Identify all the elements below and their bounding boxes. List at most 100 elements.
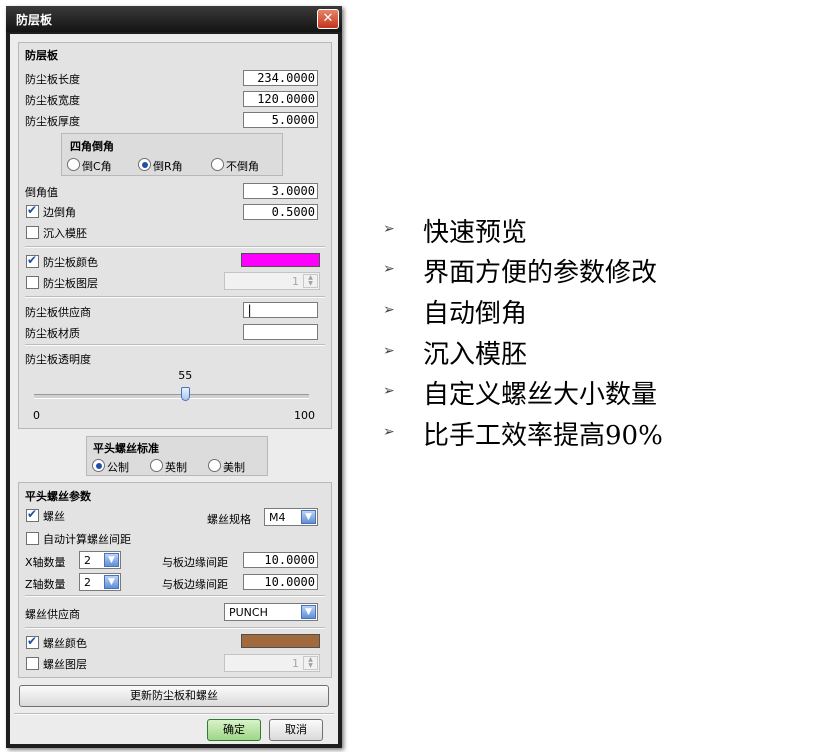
standard-radio-metric[interactable] bbox=[92, 459, 105, 472]
screw-params-title: 平头螺丝参数 bbox=[25, 490, 91, 503]
screw-supplier-label: 螺丝供应商 bbox=[25, 608, 80, 621]
update-plate-and-screws-button[interactable]: 更新防尘板和螺丝 bbox=[19, 685, 329, 707]
width-input[interactable]: 120.0000 bbox=[243, 91, 318, 107]
plate-layer-spinner[interactable]: 1 ▲ ▼ bbox=[224, 272, 320, 290]
screw-spec-label: 螺丝规格 bbox=[207, 513, 251, 526]
x-edge-distance-input[interactable]: 10.0000 bbox=[243, 552, 318, 568]
x-count-value: 2 bbox=[84, 554, 91, 567]
screw-layer-spinner[interactable]: 1 ▲ ▼ bbox=[224, 654, 320, 672]
screw-supplier-select[interactable]: PUNCH ▼ bbox=[224, 603, 318, 621]
standard-option-imperial[interactable]: 英制 bbox=[165, 459, 187, 475]
length-input[interactable]: 234.0000 bbox=[243, 70, 318, 86]
close-button[interactable]: ✕ bbox=[317, 9, 339, 29]
standard-radio-imperial[interactable] bbox=[150, 459, 163, 472]
cancel-button[interactable]: 取消 bbox=[269, 719, 323, 741]
corner-option-c[interactable]: 倒C角 bbox=[82, 158, 112, 174]
arrow-bullet-icon: ➢ bbox=[383, 221, 395, 237]
window-title: 防层板 bbox=[16, 13, 53, 27]
x-edge-distance-label: 与板边缘间距 bbox=[162, 556, 228, 569]
arrow-bullet-icon: ➢ bbox=[383, 424, 395, 440]
edge-chamfer-input[interactable]: 0.5000 bbox=[243, 204, 318, 220]
feature-text: 界面方便的参数修改 bbox=[423, 258, 658, 288]
corner-option-r[interactable]: 倒R角 bbox=[153, 158, 183, 174]
plate-color-checkbox[interactable] bbox=[26, 253, 39, 268]
corner-chamfer-group: 四角倒角 倒C角 倒R角 不倒角 bbox=[61, 133, 283, 176]
screw-spec-select[interactable]: M4 ▼ bbox=[264, 508, 318, 526]
z-count-label: Z轴数量 bbox=[25, 578, 66, 591]
separator bbox=[25, 246, 325, 248]
plate-supplier-input[interactable]: | bbox=[243, 302, 318, 318]
screw-layer-checkbox[interactable] bbox=[26, 657, 39, 670]
chamfer-value-label: 倒角值 bbox=[25, 186, 58, 199]
x-count-label: X轴数量 bbox=[25, 556, 66, 569]
feature-text: 自定义螺丝大小数量 bbox=[423, 380, 658, 410]
screw-checkbox[interactable] bbox=[26, 507, 39, 522]
transparency-value: 55 bbox=[178, 369, 193, 382]
z-count-select[interactable]: 2 ▼ bbox=[79, 573, 121, 591]
z-edge-distance-input[interactable]: 10.0000 bbox=[243, 574, 318, 590]
chevron-down-icon[interactable]: ▼ bbox=[301, 605, 316, 619]
plate-color-label: 防尘板颜色 bbox=[43, 256, 98, 269]
x-count-select[interactable]: 2 ▼ bbox=[79, 551, 121, 569]
feature-text: 自动倒角 bbox=[423, 299, 528, 329]
dust-plate-group-title: 防层板 bbox=[25, 49, 58, 62]
transparency-label: 防尘板透明度 bbox=[25, 353, 91, 366]
screw-params-group: 平头螺丝参数 螺丝 螺丝规格 M4 ▼ 自动计算螺丝间距 X轴数量 2 ▼ 与板… bbox=[18, 482, 332, 678]
dialog-client: 防层板 防尘板长度 234.0000 防尘板宽度 120.0000 防尘板厚度 … bbox=[10, 34, 338, 744]
arrow-bullet-icon: ➢ bbox=[383, 383, 395, 399]
slider-min-label: 0 bbox=[33, 409, 40, 422]
screw-layer-value: 1 bbox=[292, 657, 299, 670]
feature-text: 比手工效率提高90% bbox=[423, 421, 663, 451]
width-label: 防尘板宽度 bbox=[25, 94, 80, 107]
plate-material-label: 防尘板材质 bbox=[25, 327, 80, 340]
arrow-bullet-icon: ➢ bbox=[383, 261, 395, 277]
corner-option-none[interactable]: 不倒角 bbox=[226, 158, 259, 174]
separator bbox=[25, 296, 325, 298]
dialog-window: 防层板 ✕ 防层板 防尘板长度 234.0000 防尘板宽度 120.0000 … bbox=[6, 6, 342, 748]
separator bbox=[25, 627, 325, 629]
screw-color-checkbox[interactable] bbox=[26, 634, 39, 649]
screw-layer-label: 螺丝图层 bbox=[43, 658, 87, 671]
auto-spacing-checkbox[interactable] bbox=[26, 532, 39, 545]
thickness-label: 防尘板厚度 bbox=[25, 115, 80, 128]
separator bbox=[14, 713, 334, 715]
screw-label: 螺丝 bbox=[43, 510, 65, 523]
plate-material-input[interactable] bbox=[243, 324, 318, 340]
chamfer-value-input[interactable]: 3.0000 bbox=[243, 183, 318, 199]
chevron-down-icon[interactable]: ▼ bbox=[104, 553, 119, 567]
screw-standard-title: 平头螺丝标准 bbox=[93, 442, 159, 455]
arrow-bullet-icon: ➢ bbox=[383, 302, 395, 318]
arrow-bullet-icon: ➢ bbox=[383, 343, 395, 359]
title-bar[interactable]: 防层板 ✕ bbox=[6, 6, 342, 32]
slider-max-label: 100 bbox=[294, 409, 315, 422]
ok-button[interactable]: 确定 bbox=[207, 719, 261, 741]
edge-chamfer-checkbox[interactable] bbox=[26, 203, 39, 218]
transparency-slider-track[interactable] bbox=[34, 394, 309, 399]
auto-spacing-label: 自动计算螺丝间距 bbox=[43, 533, 131, 546]
plate-layer-label: 防尘板图层 bbox=[43, 277, 98, 290]
sink-checkbox[interactable] bbox=[26, 226, 39, 239]
feature-text: 沉入模胚 bbox=[423, 340, 528, 370]
transparency-slider-thumb[interactable] bbox=[180, 387, 190, 401]
thickness-input[interactable]: 5.0000 bbox=[243, 112, 318, 128]
spinner-arrows[interactable]: ▲ ▼ bbox=[303, 656, 318, 670]
corner-radio-r[interactable] bbox=[138, 158, 151, 171]
z-edge-distance-label: 与板边缘间距 bbox=[162, 578, 228, 591]
standard-radio-us[interactable] bbox=[208, 459, 221, 472]
corner-radio-c[interactable] bbox=[67, 158, 80, 171]
screw-color-swatch[interactable] bbox=[241, 634, 320, 648]
standard-option-us[interactable]: 美制 bbox=[223, 459, 245, 475]
plate-color-swatch[interactable] bbox=[241, 253, 320, 267]
sink-label: 沉入模胚 bbox=[43, 227, 87, 240]
chevron-down-icon[interactable]: ▼ bbox=[104, 575, 119, 589]
plate-layer-checkbox[interactable] bbox=[26, 276, 39, 289]
spinner-arrows[interactable]: ▲ ▼ bbox=[303, 274, 318, 288]
chevron-down-icon[interactable]: ▼ bbox=[301, 510, 316, 524]
separator bbox=[25, 595, 325, 597]
corner-radio-none[interactable] bbox=[211, 158, 224, 171]
length-label: 防尘板长度 bbox=[25, 73, 80, 86]
separator bbox=[25, 344, 325, 346]
z-count-value: 2 bbox=[84, 576, 91, 589]
standard-option-metric[interactable]: 公制 bbox=[107, 459, 129, 475]
plate-supplier-label: 防尘板供应商 bbox=[25, 306, 91, 319]
